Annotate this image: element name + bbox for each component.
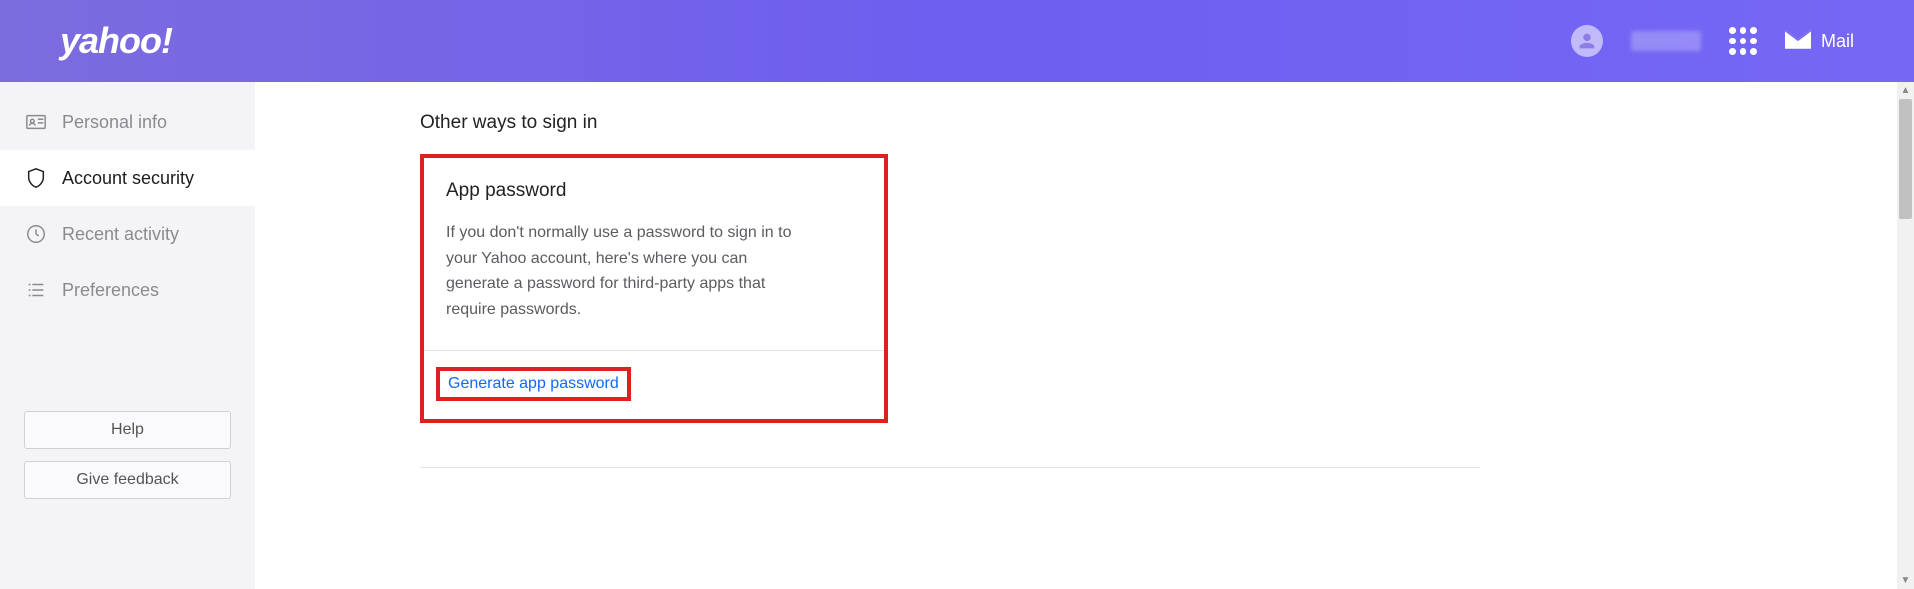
main: Personal info Account security Recent ac… — [0, 82, 1914, 589]
sidebar-item-personal-info[interactable]: Personal info — [0, 94, 255, 150]
shield-icon — [24, 166, 48, 190]
app-password-card: App password If you don't normally use a… — [420, 154, 888, 423]
apps-grid-icon[interactable] — [1729, 27, 1757, 55]
section-title: Other ways to sign in — [420, 112, 1914, 134]
header-right: Mail — [1571, 25, 1854, 57]
card-title: App password — [446, 180, 862, 202]
id-card-icon — [24, 110, 48, 134]
card-description: If you don't normally use a password to … — [446, 220, 806, 322]
content: Other ways to sign in App password If yo… — [255, 82, 1914, 589]
scrollbar[interactable]: ▲ ▼ — [1897, 82, 1914, 589]
scroll-up-icon[interactable]: ▲ — [1897, 82, 1914, 99]
scroll-down-icon[interactable]: ▼ — [1897, 572, 1914, 589]
mail-icon — [1785, 29, 1811, 54]
sidebar-item-preferences[interactable]: Preferences — [0, 262, 255, 318]
sidebar-item-label: Personal info — [62, 112, 167, 133]
sidebar-bottom: Help Give feedback — [24, 411, 231, 499]
sidebar-item-recent-activity[interactable]: Recent activity — [0, 206, 255, 262]
feedback-button[interactable]: Give feedback — [24, 461, 231, 499]
sidebar-item-label: Account security — [62, 168, 194, 189]
mail-link[interactable]: Mail — [1785, 29, 1854, 54]
mail-label: Mail — [1821, 31, 1854, 52]
person-icon — [1576, 30, 1598, 52]
list-icon — [24, 278, 48, 302]
sidebar-item-label: Recent activity — [62, 224, 179, 245]
avatar[interactable] — [1571, 25, 1603, 57]
generate-app-password-link[interactable]: Generate app password — [448, 375, 619, 392]
sidebar-item-account-security[interactable]: Account security — [0, 150, 255, 206]
sidebar: Personal info Account security Recent ac… — [0, 82, 255, 589]
scrollbar-thumb[interactable] — [1899, 99, 1912, 219]
sidebar-item-label: Preferences — [62, 280, 159, 301]
clock-icon — [24, 222, 48, 246]
highlight-box: Generate app password — [436, 367, 631, 401]
yahoo-logo[interactable]: yahoo! — [60, 20, 172, 62]
help-button[interactable]: Help — [24, 411, 231, 449]
header: yahoo! Mail — [0, 0, 1914, 82]
username-label — [1631, 31, 1701, 51]
divider — [420, 467, 1480, 468]
